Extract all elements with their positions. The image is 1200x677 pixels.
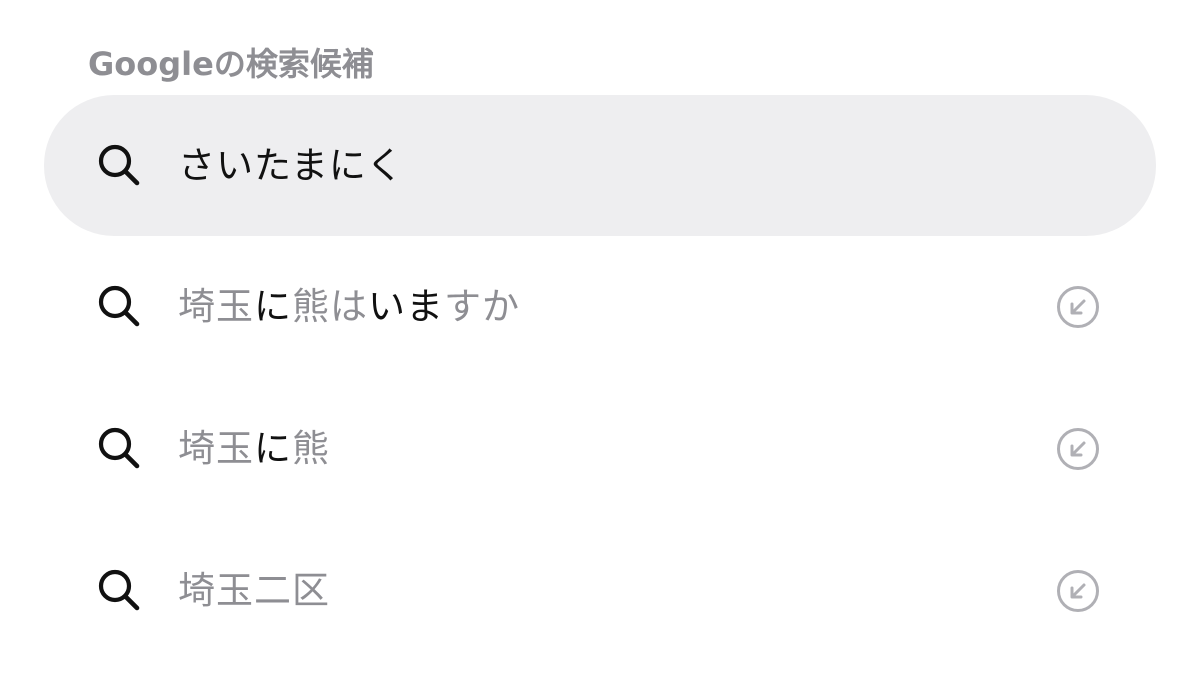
- suggestion-segment-match: に: [254, 427, 292, 470]
- search-icon: [98, 285, 140, 327]
- arrow-up-left-circle-icon[interactable]: [1056, 427, 1100, 471]
- arrow-up-left-circle-icon[interactable]: [1056, 569, 1100, 613]
- suggestion-segment-match: いま: [368, 285, 444, 328]
- top-suggestion[interactable]: さいたまにく: [44, 95, 1156, 236]
- suggestion-text: 埼玉二区: [178, 520, 330, 661]
- section-header: Googleの検索候補: [88, 45, 374, 83]
- suggestion-segment-match: に: [254, 285, 292, 328]
- suggestion-segment: 熊: [292, 427, 330, 470]
- search-icon: [98, 569, 140, 611]
- arrow-up-left-circle-icon[interactable]: [1056, 285, 1100, 329]
- suggestion-segment: は: [330, 285, 368, 328]
- search-icon: [98, 427, 140, 469]
- suggestion-row[interactable]: 埼玉に熊はいますか: [44, 236, 1156, 377]
- suggestion-segment: 埼玉: [178, 285, 254, 328]
- suggestion-segment: すか: [444, 285, 520, 328]
- top-suggestion-text: さいたまにく: [178, 144, 405, 187]
- suggestion-text: 埼玉に熊はいますか: [178, 236, 520, 377]
- suggestion-segment: 熊: [292, 285, 330, 328]
- suggestion-segment: 埼玉: [178, 427, 254, 470]
- suggestion-row[interactable]: 埼玉に熊: [44, 378, 1156, 519]
- suggestion-text: 埼玉に熊: [178, 378, 330, 519]
- suggestion-row[interactable]: 埼玉二区: [44, 520, 1156, 661]
- search-icon: [98, 144, 140, 186]
- search-suggestions-page: Googleの検索候補 さいたまにく 埼玉に熊はいますか 埼玉に熊 埼玉二区: [0, 0, 1200, 677]
- suggestion-segment: 埼玉二区: [178, 569, 330, 612]
